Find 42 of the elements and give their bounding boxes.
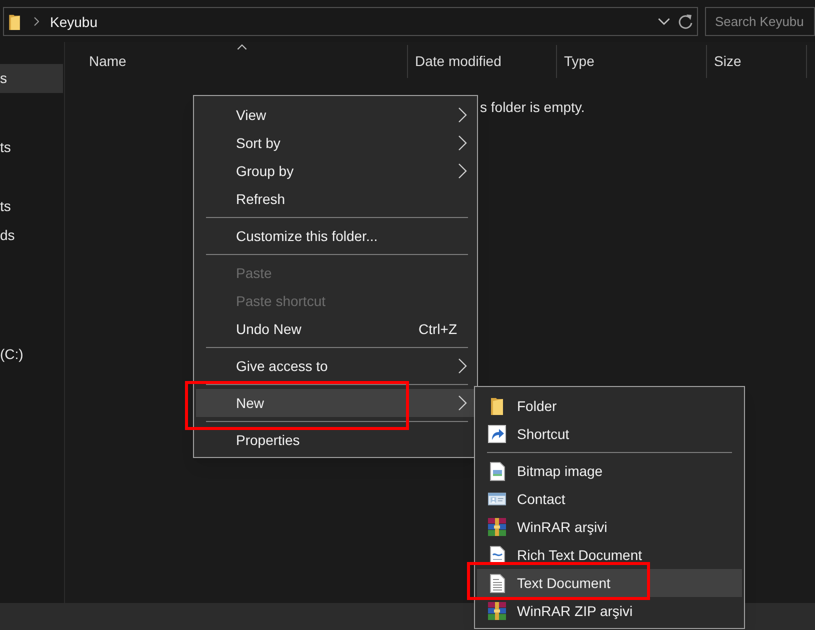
menu-item[interactable]: Text Document (477, 569, 742, 597)
menu-item[interactable]: WinRAR ZIP arşivi (477, 597, 742, 625)
contact-card-icon (488, 492, 506, 506)
folder-icon (9, 14, 20, 30)
column-header[interactable]: Date modified (408, 45, 557, 78)
keyboard-shortcut: Ctrl+Z (418, 320, 457, 338)
folder-icon (491, 397, 503, 415)
archive-icon (488, 602, 506, 620)
menu-item[interactable]: Customize this folder... (196, 222, 475, 250)
chevron-down-icon (658, 18, 670, 25)
rich-text-file-icon (490, 546, 504, 564)
archive-icon (488, 518, 506, 536)
menu-item[interactable]: WinRAR arşivi (477, 513, 742, 541)
nav-item[interactable]: ts (0, 133, 63, 162)
nav-item[interactable]: ds (0, 221, 63, 250)
column-header[interactable]: Type (557, 45, 707, 78)
nav-item[interactable]: (C:) (0, 340, 63, 369)
menu-item[interactable]: Sort by (196, 129, 475, 157)
menu-item[interactable]: Folder (477, 392, 742, 420)
nav-item[interactable]: s (0, 64, 63, 93)
menu-item[interactable]: Give access to (196, 352, 475, 380)
refresh-icon (678, 14, 692, 30)
menu-item[interactable]: View (196, 101, 475, 129)
image-file-icon (490, 462, 504, 480)
menu-item[interactable]: New (196, 389, 475, 417)
menu-item[interactable]: Rich Text Document (477, 541, 742, 569)
column-header[interactable]: Size (707, 45, 807, 78)
chevron-icon (34, 17, 39, 26)
menu-item[interactable]: Refresh (196, 185, 475, 213)
menu-item[interactable]: Bitmap image (477, 457, 742, 485)
menu-item[interactable]: Contact (477, 485, 742, 513)
text-file-icon (490, 574, 504, 592)
menu-item[interactable]: Properties (196, 426, 475, 454)
search-field[interactable]: Search Keyubu (705, 7, 815, 36)
menu-item[interactable]: Undo New Ctrl+Z (196, 315, 475, 343)
address-bar[interactable]: Keyubu (3, 7, 698, 36)
menu-item[interactable]: Group by (196, 157, 475, 185)
empty-folder-message: s folder is empty. (480, 98, 586, 117)
nav-item[interactable]: ts (0, 192, 63, 221)
menu-item[interactable]: Shortcut (477, 420, 742, 448)
breadcrumb[interactable]: Keyubu (50, 14, 98, 28)
column-header[interactable]: Name (65, 45, 408, 78)
